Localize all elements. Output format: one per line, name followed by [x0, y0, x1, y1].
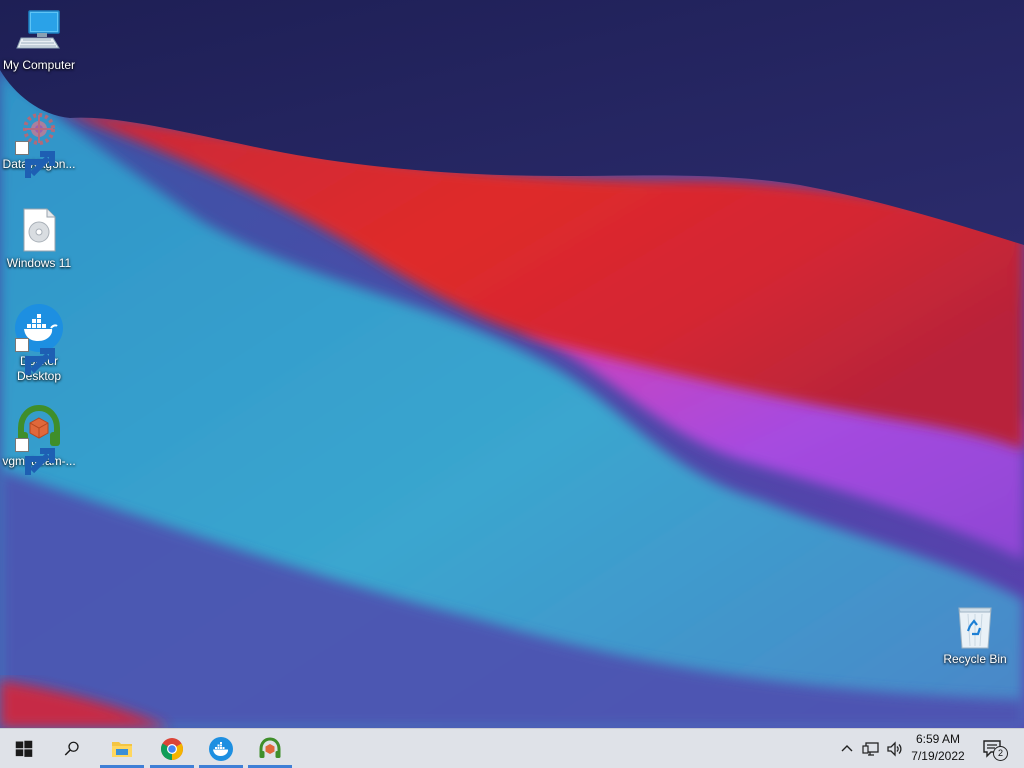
search-button[interactable]	[48, 729, 96, 768]
desktop-icon-docker-desktop[interactable]: Docker Desktop	[1, 304, 77, 384]
docker-icon	[15, 304, 63, 375]
desktop-icon-windows-11[interactable]: Windows 11	[1, 206, 77, 271]
taskbar-vgmstream[interactable]	[246, 729, 294, 768]
desktop: My Computer DataWagon... Windows 11 Dock…	[0, 0, 1024, 768]
taskbar: 6:59 AM 7/19/2022 2	[0, 728, 1024, 768]
clock-date: 7/19/2022	[911, 749, 965, 763]
file-explorer-icon	[110, 737, 134, 761]
desktop-icon-label: Windows 11	[6, 256, 72, 270]
chevron-up-icon	[840, 742, 854, 756]
datawagon-icon	[15, 107, 63, 178]
shortcut-arrow-icon	[15, 438, 55, 475]
action-center-button[interactable]: 2	[978, 729, 1008, 768]
notification-count-badge: 2	[993, 745, 1008, 761]
windows-start-icon	[15, 740, 33, 758]
clock-time: 6:59 AM	[915, 732, 961, 746]
tray-network-button[interactable]	[860, 729, 882, 768]
wallpaper	[0, 0, 1024, 728]
desktop-icon-my-computer[interactable]: My Computer	[1, 8, 77, 73]
taskbar-file-explorer[interactable]	[98, 729, 146, 768]
desktop-icon-label: My Computer	[2, 58, 76, 72]
desktop-icon-vgmstream[interactable]: vgmstream-...	[1, 404, 77, 475]
search-icon	[63, 740, 81, 758]
taskbar-chrome[interactable]	[148, 729, 196, 768]
desktop-icon-label: Recycle Bin	[943, 652, 1007, 666]
disc-image-file-icon	[15, 206, 63, 254]
taskbar-clock[interactable]: 6:59 AM 7/19/2022	[902, 731, 974, 765]
tray-show-hidden-button[interactable]	[838, 729, 856, 768]
vgmstream-icon	[258, 736, 282, 761]
start-button[interactable]	[0, 729, 48, 768]
recycle-bin-icon	[951, 602, 999, 650]
network-icon	[862, 740, 880, 758]
taskbar-docker[interactable]	[197, 729, 245, 768]
shortcut-arrow-icon	[15, 338, 55, 375]
computer-icon	[15, 8, 63, 56]
desktop-icon-recycle-bin[interactable]: Recycle Bin	[937, 602, 1013, 667]
docker-icon	[209, 736, 233, 761]
vgmstream-icon	[15, 404, 63, 475]
desktop-icon-datawagon[interactable]: DataWagon...	[1, 107, 77, 178]
notification-icon: 2	[982, 738, 1008, 761]
chrome-icon	[160, 737, 184, 761]
shortcut-arrow-icon	[15, 141, 55, 178]
